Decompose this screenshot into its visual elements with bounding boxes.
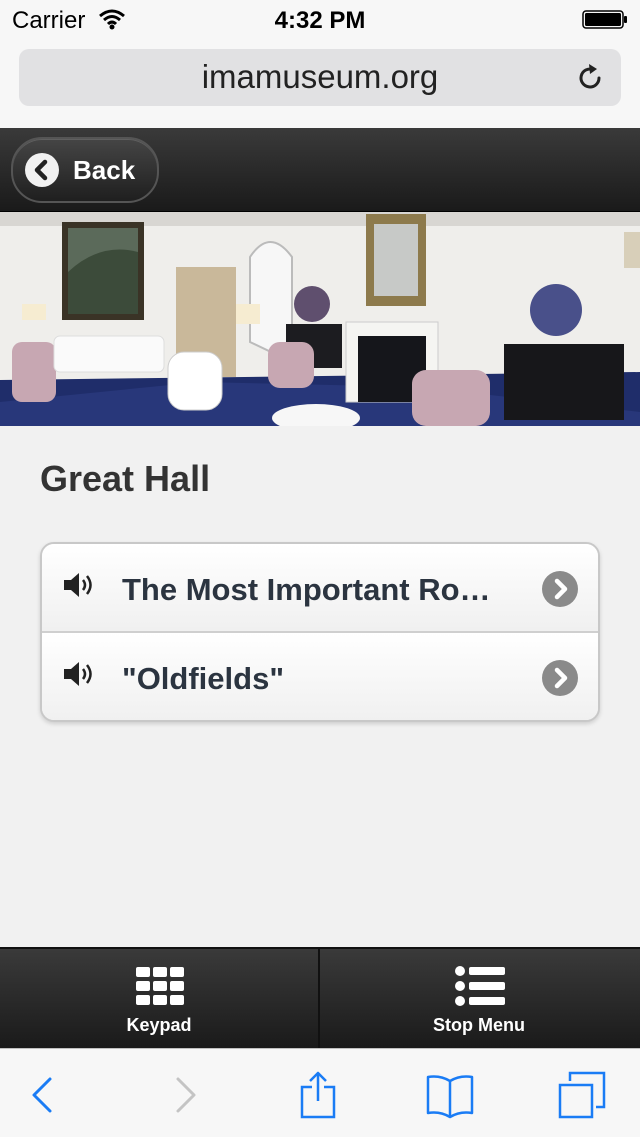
keypad-label: Keypad [126, 1015, 192, 1035]
speaker-icon [64, 573, 92, 597]
browser-address-area: imamuseum.org [0, 40, 640, 129]
chevron-right-icon [542, 571, 578, 607]
bookmarks-icon[interactable] [426, 1071, 474, 1119]
stop-menu-button[interactable]: Stop Menu [320, 949, 638, 1049]
address-bar[interactable]: imamuseum.org [19, 49, 621, 106]
tabs-icon[interactable] [558, 1071, 606, 1119]
page-header: Back [0, 128, 640, 212]
list-icon [455, 966, 505, 1006]
bottom-toolbar: Keypad Stop Menu [0, 947, 640, 1049]
stop-menu-label: Stop Menu [433, 1015, 525, 1035]
speaker-icon [64, 662, 92, 686]
stop-label: "Oldfields" [122, 661, 285, 696]
safari-bottom-bar [0, 1048, 640, 1137]
forward-icon[interactable] [160, 1071, 208, 1119]
stop-list: The Most Important Ro… "Oldfields" [40, 542, 600, 722]
stop-label: The Most Important Ro… [122, 572, 491, 607]
status-bar: Carrier 4:32 PM [0, 0, 640, 40]
battery-icon [582, 10, 627, 29]
keypad-grid-icon [136, 967, 184, 1005]
status-time: 4:32 PM [274, 7, 366, 34]
list-item[interactable]: The Most Important Ro… [42, 544, 598, 633]
reload-icon[interactable] [575, 63, 605, 93]
chevron-right-icon [542, 660, 578, 696]
back-label: Back [73, 155, 136, 185]
keypad-button[interactable]: Keypad [0, 949, 320, 1049]
page-title: Great Hall [40, 458, 211, 499]
list-item[interactable]: "Oldfields" [42, 633, 598, 720]
room-photo [0, 212, 640, 426]
url-text[interactable]: imamuseum.org [19, 58, 621, 96]
chevron-left-icon [25, 153, 59, 187]
back-button[interactable]: Back [11, 137, 159, 203]
back-icon[interactable] [20, 1071, 68, 1119]
share-icon[interactable] [294, 1071, 342, 1119]
